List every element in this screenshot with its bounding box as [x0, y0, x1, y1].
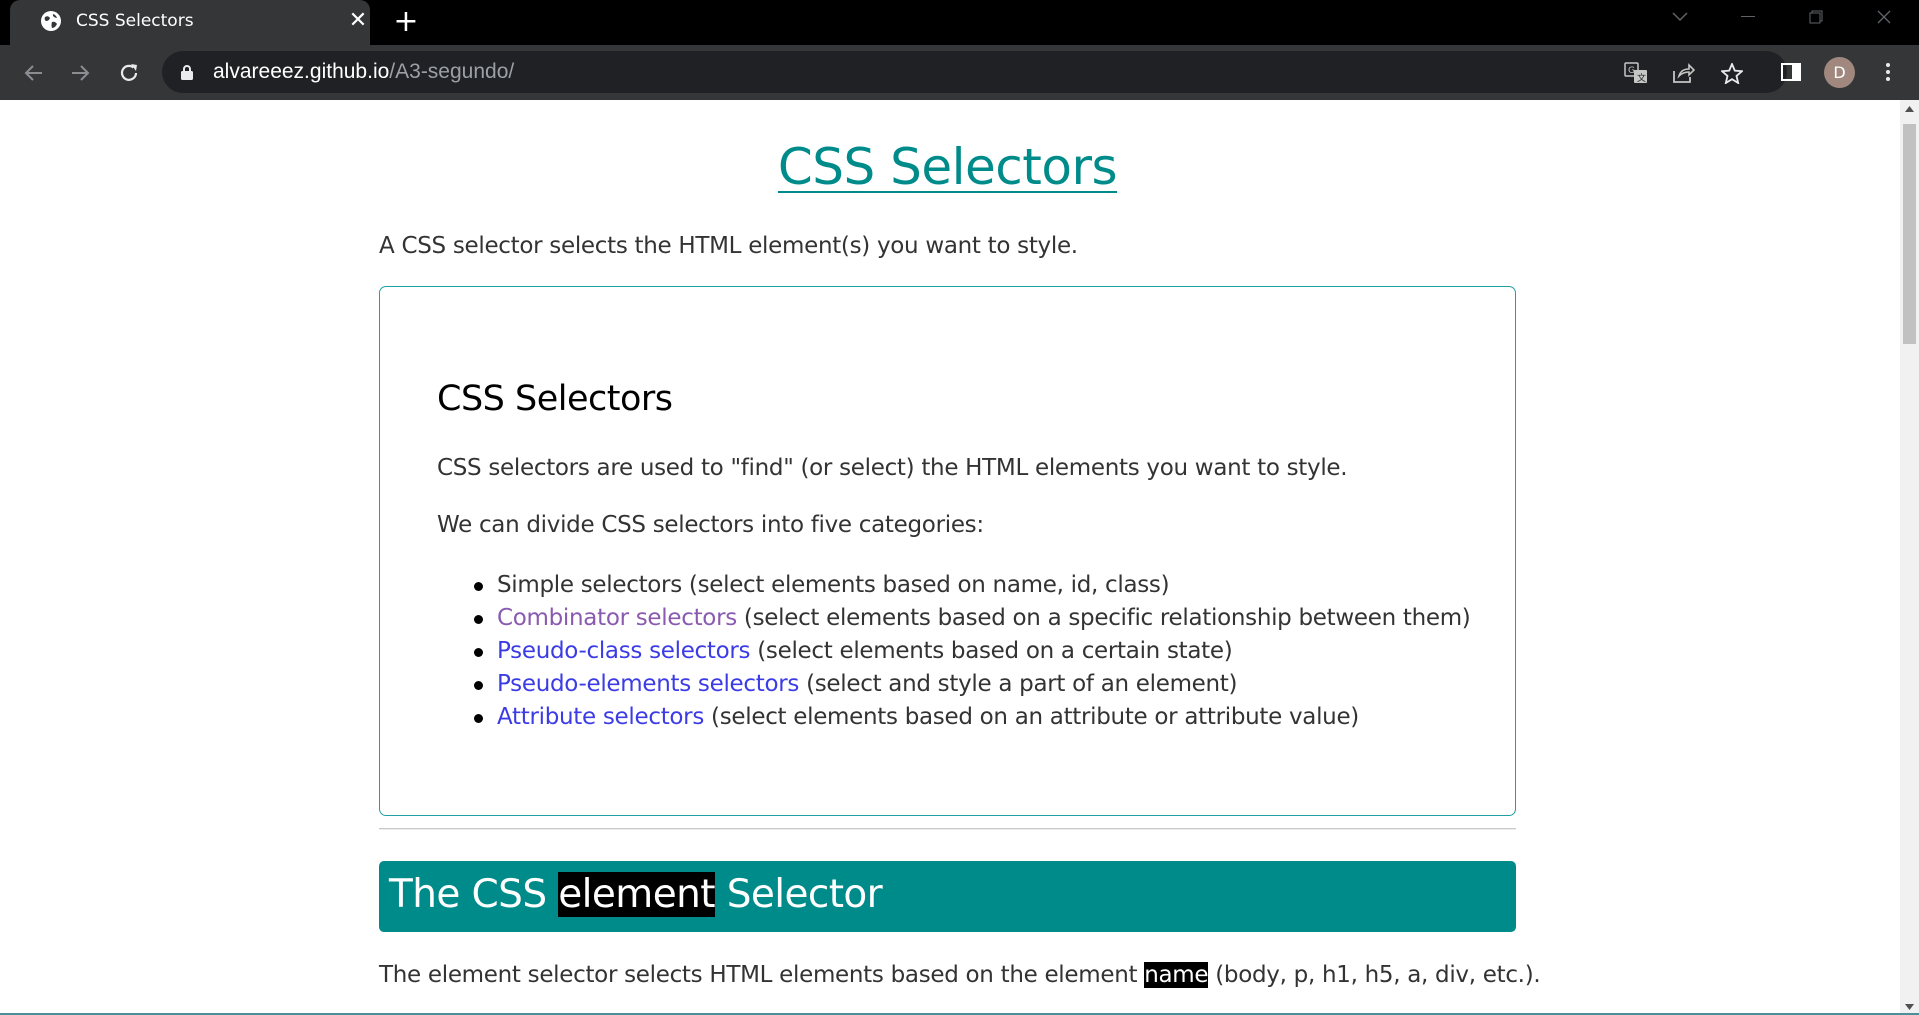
reload-button[interactable]: [110, 54, 148, 92]
browser-toolbar: alvareeez.github.io/A3-segundo/ G 文 D: [0, 45, 1919, 100]
side-panel-icon: [1781, 63, 1801, 81]
tab-title: CSS Selectors: [76, 11, 194, 31]
translate-button[interactable]: G 文: [1623, 60, 1649, 86]
vertical-scrollbar[interactable]: [1900, 100, 1919, 1015]
close-icon: [1877, 10, 1891, 24]
svg-text:G: G: [1628, 66, 1635, 76]
minimize-icon: [1741, 16, 1755, 17]
section-title: The CSS element Selector: [389, 872, 883, 917]
page-viewport: CSS Selectors A CSS selector selects the…: [0, 100, 1900, 1015]
card-description: CSS selectors are used to "find" (or sel…: [437, 455, 1348, 481]
list-item: Simple selectors (select elements based …: [437, 569, 1471, 602]
list-item: Combinator selectors (select elements ba…: [437, 602, 1471, 635]
card-title: CSS Selectors: [437, 379, 673, 419]
browser-titlebar: CSS Selectors ✕ +: [0, 0, 1919, 45]
browser-tab[interactable]: CSS Selectors ✕: [10, 0, 370, 45]
section-p-highlight: name: [1144, 962, 1209, 988]
url-host: alvareeez.github.io: [213, 60, 390, 83]
categories-list: Simple selectors (select elements based …: [437, 569, 1471, 734]
tab-search-button[interactable]: [1652, 0, 1708, 34]
url-path: /A3-segundo/: [389, 60, 515, 83]
section-paragraph: The element selector selects HTML elemen…: [379, 962, 1541, 988]
restore-icon: [1809, 10, 1823, 24]
horizontal-rule: [379, 828, 1516, 830]
pseudo-class-selectors-link[interactable]: Pseudo-class selectors: [497, 638, 751, 664]
section-p-before: The element selector selects HTML elemen…: [379, 962, 1145, 988]
intro-text: A CSS selector selects the HTML element(…: [379, 233, 1078, 259]
combinator-selectors-link[interactable]: Combinator selectors: [497, 605, 737, 631]
share-icon: [1673, 63, 1695, 83]
section-title-before: The CSS: [389, 872, 559, 917]
svg-text:文: 文: [1637, 72, 1646, 84]
list-item: Pseudo-class selectors (select elements …: [437, 635, 1471, 668]
lock-icon[interactable]: [180, 64, 194, 80]
translate-icon: G 文: [1624, 62, 1647, 84]
page-title[interactable]: CSS Selectors: [379, 138, 1516, 196]
reload-icon: [120, 64, 138, 81]
item-text: (select and style a part of an element): [799, 671, 1238, 697]
item-text: (select elements based on a certain stat…: [750, 638, 1233, 664]
close-window-button[interactable]: [1856, 0, 1912, 34]
address-bar[interactable]: alvareeez.github.io/A3-segundo/ G 文: [162, 51, 1787, 93]
star-icon: [1721, 62, 1743, 84]
scroll-up-button[interactable]: [1900, 100, 1919, 117]
more-vert-icon: [1886, 63, 1890, 81]
section-title-after: Selector: [714, 872, 883, 917]
triangle-up-icon: [1905, 105, 1914, 112]
arrow-left-icon: [24, 65, 42, 81]
card-categories-intro: We can divide CSS selectors into five ca…: [437, 512, 984, 538]
close-tab-icon[interactable]: ✕: [346, 9, 370, 33]
item-text: (select elements based on a specific rel…: [736, 605, 1471, 631]
section-heading-banner: The CSS element Selector: [379, 861, 1516, 932]
url-text[interactable]: alvareeez.github.io/A3-segundo/: [213, 60, 514, 84]
bookmark-button[interactable]: [1719, 60, 1745, 86]
item-text: Simple selectors (select elements based …: [497, 572, 1170, 598]
list-item: Pseudo-elements selectors (select and st…: [437, 668, 1471, 701]
item-text: (select elements based on an attribute o…: [704, 704, 1359, 730]
forward-button[interactable]: [62, 54, 100, 92]
new-tab-button[interactable]: +: [390, 6, 422, 38]
back-button[interactable]: [14, 54, 52, 92]
scroll-thumb[interactable]: [1903, 124, 1916, 344]
section-title-highlight: element: [558, 872, 716, 917]
section-p-after: (body, p, h1, h5, a, div, etc.).: [1208, 962, 1541, 988]
pseudo-elements-selectors-link[interactable]: Pseudo-elements selectors: [497, 671, 799, 697]
profile-avatar[interactable]: D: [1824, 57, 1855, 88]
share-button[interactable]: [1671, 60, 1697, 86]
side-panel-button[interactable]: [1776, 57, 1806, 87]
globe-icon: [41, 11, 61, 31]
chevron-down-icon: [1672, 12, 1688, 22]
selectors-card: CSS Selectors CSS selectors are used to …: [379, 286, 1516, 816]
minimize-button[interactable]: [1720, 0, 1776, 34]
triangle-down-icon: [1905, 1003, 1914, 1010]
attribute-selectors-link[interactable]: Attribute selectors: [497, 704, 704, 730]
arrow-right-icon: [72, 65, 90, 81]
restore-button[interactable]: [1788, 0, 1844, 34]
browser-menu-button[interactable]: [1878, 57, 1898, 87]
list-item: Attribute selectors (select elements bas…: [437, 701, 1471, 734]
